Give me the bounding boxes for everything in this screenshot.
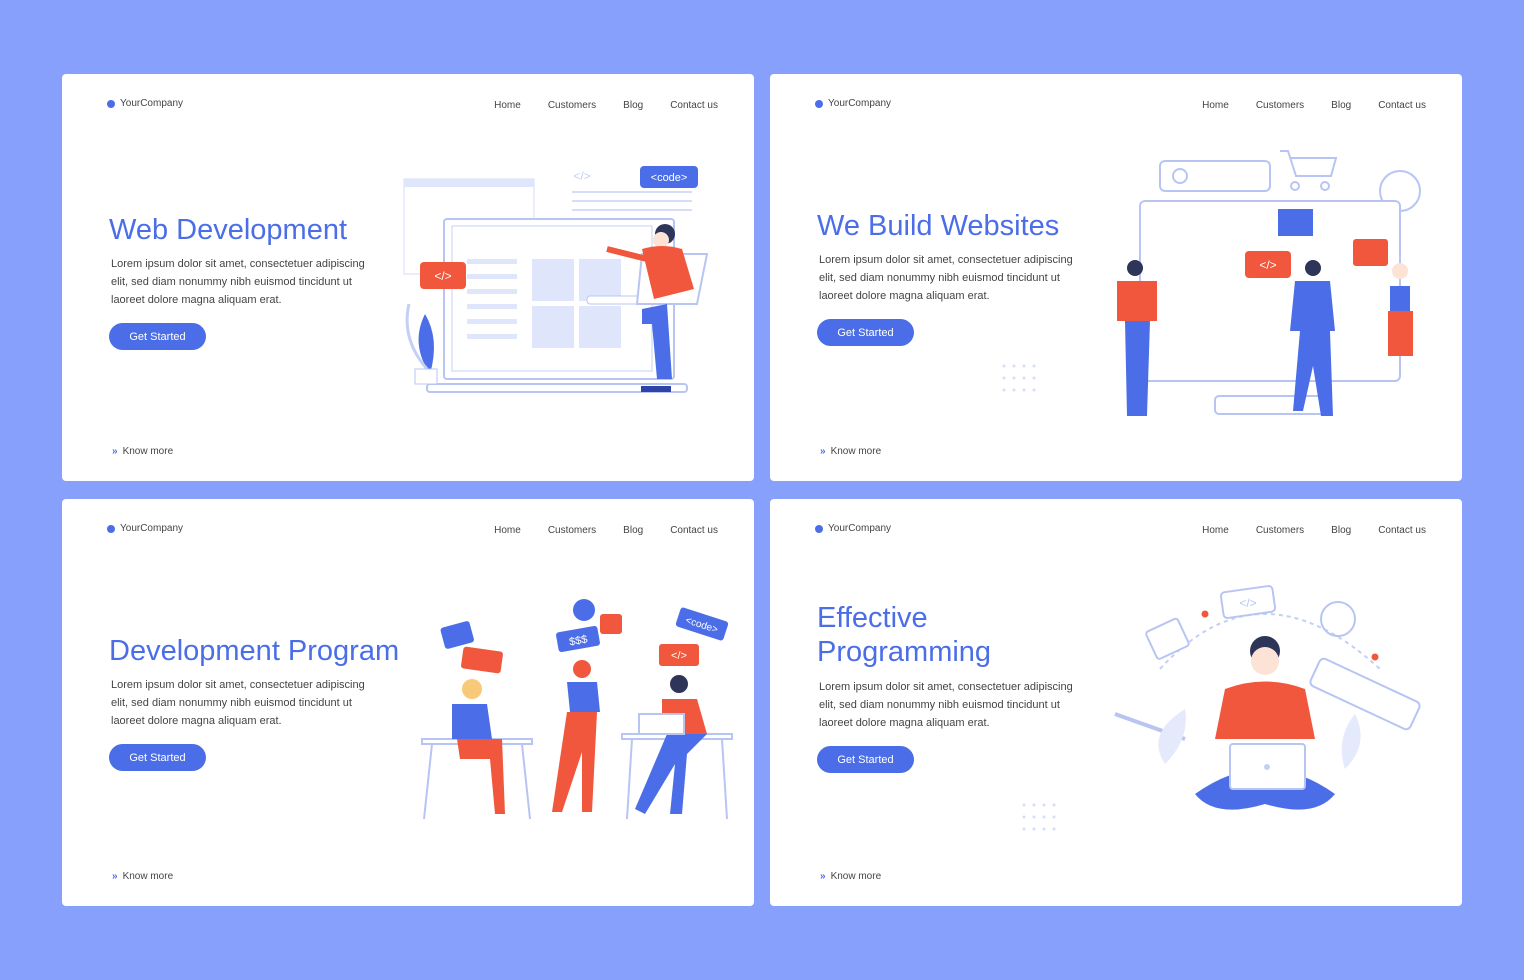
logo[interactable]: YourCompany [815, 98, 891, 109]
logo-dot-icon [107, 99, 115, 108]
effective-programming-illustration: </> [1114, 585, 1421, 810]
nav-contact[interactable]: Contact us [1378, 525, 1426, 536]
logo[interactable]: YourCompany [107, 523, 183, 534]
code-tag: </> [1239, 596, 1256, 610]
page-title-line-2: Programming [817, 636, 992, 668]
get-started-button[interactable]: Get Started [109, 744, 206, 771]
card-web-development: YourCompany Home Customers Blog Contact us … [62, 74, 754, 481]
logo-dot-icon [107, 524, 115, 533]
chevron-down-icon: » [112, 446, 118, 457]
nav: Home Customers Blog Contact us [494, 525, 718, 536]
nav: Home Customers Blog Contact us [494, 100, 718, 111]
chevron-down-icon: » [112, 871, 118, 882]
logo[interactable]: YourCompany [107, 98, 183, 109]
nav-contact[interactable]: Contact us [670, 525, 718, 536]
page-title: Web Development [109, 214, 348, 246]
logo-text: YourCompany [828, 98, 892, 109]
nav-blog[interactable]: Blog [1331, 525, 1351, 536]
know-more-label: Know more [122, 871, 174, 882]
nav-customers[interactable]: Customers [1256, 525, 1304, 536]
know-more-link[interactable]: » Know more [820, 871, 881, 882]
know-more-label: Know more [122, 446, 174, 457]
nav-blog[interactable]: Blog [623, 100, 643, 111]
logo-text: YourCompany [828, 523, 892, 534]
chevron-down-icon: » [820, 446, 826, 457]
logo-dot-icon [815, 524, 823, 533]
nav-contact[interactable]: Contact us [670, 100, 718, 111]
nav-home[interactable]: Home [494, 100, 521, 111]
know-more-link[interactable]: » Know more [112, 446, 173, 457]
know-more-link[interactable]: » Know more [820, 446, 881, 457]
know-more-link[interactable]: » Know more [112, 871, 173, 882]
code-tag: </> [434, 269, 451, 283]
chevron-down-icon: » [820, 871, 826, 882]
nav-customers[interactable]: Customers [548, 100, 596, 111]
page-title: Development Program [109, 635, 400, 667]
logo-text: YourCompany [120, 98, 184, 109]
body-text: Lorem ipsum dolor sit amet, consectetuer… [819, 681, 1073, 729]
nav-customers[interactable]: Customers [1256, 100, 1304, 111]
logo-dot-icon [815, 99, 823, 108]
nav-contact[interactable]: Contact us [1378, 100, 1426, 111]
code-tag: </> [671, 650, 687, 662]
body-text: Lorem ipsum dolor sit amet, consectetuer… [111, 679, 365, 727]
get-started-button[interactable]: Get Started [817, 319, 914, 346]
card-effective-programming: YourCompany Home Customers Blog Contact us … [770, 499, 1462, 906]
nav-home[interactable]: Home [1202, 100, 1229, 111]
code-tag: </> [1259, 258, 1276, 272]
card-we-build-websites: YourCompany Home Customers Blog Contact us … [770, 74, 1462, 481]
dots-pattern [1002, 364, 1036, 392]
nav-home[interactable]: Home [1202, 525, 1229, 536]
get-started-button[interactable]: Get Started [817, 746, 914, 773]
web-development-illustration: </> <code> </> [403, 166, 709, 393]
know-more-label: Know more [830, 446, 882, 457]
nav-home[interactable]: Home [494, 525, 521, 536]
development-program-illustration: $$$ </> <code> [421, 599, 733, 820]
card-development-program: YourCompany Home Customers Blog Contact us … [62, 499, 754, 906]
dots-pattern [1022, 803, 1056, 831]
body-text: Lorem ipsum dolor sit amet, consectetuer… [111, 258, 365, 306]
nav-customers[interactable]: Customers [548, 525, 596, 536]
get-started-button[interactable]: Get Started [109, 323, 206, 350]
nav-blog[interactable]: Blog [623, 525, 643, 536]
code-tag: <code> [651, 172, 688, 184]
page-title: Effective [817, 602, 928, 634]
nav-blog[interactable]: Blog [1331, 100, 1351, 111]
we-build-websites-illustration: </> [1117, 150, 1421, 416]
body-text: Lorem ipsum dolor sit amet, consectetuer… [819, 254, 1073, 302]
nav: Home Customers Blog Contact us [1202, 525, 1426, 536]
nav: Home Customers Blog Contact us [1202, 100, 1426, 111]
page-title: We Build Websites [817, 210, 1060, 242]
logo[interactable]: YourCompany [815, 523, 891, 534]
code-tag: </> [573, 169, 590, 183]
know-more-label: Know more [830, 871, 882, 882]
logo-text: YourCompany [120, 523, 184, 534]
